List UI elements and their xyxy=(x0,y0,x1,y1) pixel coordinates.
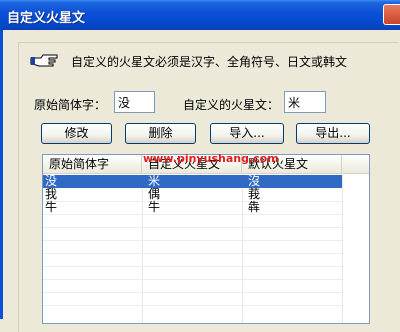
mapping-table[interactable]: 原始简体字 自定义火星文 默认火星文 没 米 沒 我 偶 莪 牛 牛 犇 xyxy=(42,154,370,324)
export-button[interactable]: 导出... xyxy=(296,123,370,144)
delete-button[interactable]: 删除 xyxy=(125,123,196,144)
table-row[interactable]: 牛 牛 犇 xyxy=(43,200,342,214)
custom-label: 自定义的火星文： xyxy=(183,98,280,112)
custom-input[interactable]: 米 xyxy=(284,91,326,113)
table-row[interactable]: 没 米 沒 xyxy=(43,174,342,188)
row-gridline xyxy=(43,305,342,306)
cell-original: 牛 xyxy=(45,200,58,214)
table-row[interactable]: 我 偶 莪 xyxy=(43,187,342,201)
row-gridline xyxy=(43,279,342,280)
modify-button[interactable]: 修改 xyxy=(41,123,112,144)
watermark: www.pinyushang.com xyxy=(143,152,279,165)
window-frame-left xyxy=(0,30,3,319)
cell-custom: 米 xyxy=(148,174,161,188)
cell-default: 沒 xyxy=(248,174,261,188)
cell-original: 没 xyxy=(45,174,58,188)
row-gridline xyxy=(43,266,342,267)
original-input[interactable]: 没 xyxy=(114,91,155,113)
column-divider xyxy=(342,173,343,323)
import-button[interactable]: 导入... xyxy=(210,123,284,144)
close-icon[interactable] xyxy=(383,4,400,25)
original-label: 原始简体字： xyxy=(34,98,107,112)
title-bar[interactable]: 自定义火星文 xyxy=(0,0,400,30)
pointing-hand-icon xyxy=(30,54,58,67)
row-gridline xyxy=(43,227,342,228)
info-text: 自定义的火星文必须是汉字、全角符号、日文或韩文 xyxy=(71,55,348,69)
column-original[interactable]: 原始简体字 xyxy=(43,155,142,173)
window-title: 自定义火星文 xyxy=(7,11,86,26)
row-gridline xyxy=(43,214,342,215)
cell-custom: 偶 xyxy=(148,187,161,201)
cell-default: 犇 xyxy=(248,200,261,214)
row-gridline xyxy=(43,292,342,293)
cell-original: 我 xyxy=(45,187,58,201)
row-gridline xyxy=(43,253,342,254)
row-gridline xyxy=(43,240,342,241)
cell-default: 莪 xyxy=(248,187,261,201)
cell-custom: 牛 xyxy=(148,200,161,214)
